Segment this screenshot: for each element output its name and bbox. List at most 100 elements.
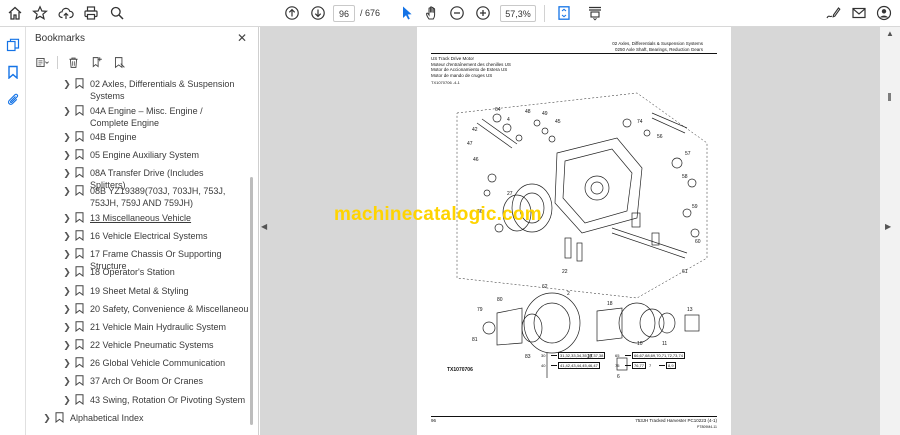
star-icon[interactable]: [29, 3, 51, 23]
options-menu-icon[interactable]: [34, 54, 50, 70]
part-reference-row: 7 8,9: [649, 362, 676, 369]
svg-text:47: 47: [467, 141, 473, 147]
bookmark-item[interactable]: ❯ 05 Engine Auxiliary System: [62, 149, 240, 161]
svg-text:42: 42: [472, 127, 478, 133]
scrollbar-thumb[interactable]: [250, 177, 253, 425]
page-thumbnails-icon[interactable]: [4, 36, 22, 54]
page-footer-number: 96: [431, 418, 437, 423]
chevron-right-icon[interactable]: ❯: [62, 266, 72, 278]
bookmark-item[interactable]: ❯ 26 Global Vehicle Communication: [62, 357, 248, 369]
svg-text:56: 56: [657, 134, 663, 140]
bookmark-list: ❯ 02 Axles, Differentials & Suspension S…: [26, 75, 248, 435]
bookmark-flag-icon: [75, 78, 85, 90]
chevron-right-icon[interactable]: ❯: [42, 412, 52, 424]
page-up-icon[interactable]: [281, 3, 303, 23]
svg-text:45: 45: [555, 119, 561, 125]
scroll-up-icon[interactable]: ▲: [886, 29, 894, 38]
hand-icon[interactable]: [421, 3, 443, 23]
home-icon[interactable]: [4, 3, 26, 23]
chevron-right-icon[interactable]: ❯: [62, 212, 72, 224]
bookmark-item[interactable]: ❯ 18 Operator's Station: [62, 266, 240, 278]
chevron-right-icon[interactable]: ❯: [62, 167, 72, 179]
tag-bookmark-icon[interactable]: [111, 54, 127, 70]
bookmark-item[interactable]: ❯ 16 Vehicle Electrical Systems: [62, 230, 240, 242]
svg-text:59: 59: [692, 204, 698, 210]
bookmark-item[interactable]: ❯ 20 Safety, Convenience & Miscellaneous: [62, 303, 248, 315]
svg-text:64: 64: [495, 107, 501, 113]
user-icon[interactable]: [873, 3, 895, 23]
bookmark-flag-icon: [75, 131, 85, 143]
bookmark-item[interactable]: ❯ 37 Arch Or Boom Or Cranes: [62, 375, 240, 387]
bookmark-flag-icon: [75, 185, 85, 197]
fit-page-icon[interactable]: [553, 3, 575, 23]
chevron-right-icon[interactable]: ❯: [62, 78, 72, 90]
zoom-in-icon[interactable]: [472, 3, 494, 23]
bookmark-item[interactable]: ❯ 22 Vehicle Pneumatic Systems: [62, 339, 240, 351]
bookmark-item[interactable]: ❯ 04B Engine: [62, 131, 240, 143]
chevron-right-icon[interactable]: ❯: [62, 321, 72, 333]
chevron-right-icon[interactable]: ❯: [62, 303, 72, 315]
bookmark-flag-icon: [75, 339, 85, 351]
exploded-parts-diagram: 64448 494542 474674 565758 596061 273622…: [456, 92, 708, 380]
bookmark-item[interactable]: ❯ 13 Miscellaneous Vehicle: [62, 212, 240, 224]
new-bookmark-icon[interactable]: [88, 54, 104, 70]
svg-text:6: 6: [617, 374, 620, 380]
chevron-right-icon[interactable]: ❯: [62, 357, 72, 369]
chevron-right-icon[interactable]: ❯: [62, 285, 72, 297]
chevron-right-icon[interactable]: ❯: [62, 105, 72, 117]
collapse-panel-icon[interactable]: ◀: [261, 222, 267, 231]
svg-text:79: 79: [477, 307, 483, 313]
document-scrollbar[interactable]: ▲ ▶: [880, 27, 900, 435]
bookmark-item[interactable]: ❯ 02 Axles, Differentials & Suspension S…: [62, 78, 240, 102]
chevron-right-icon[interactable]: ❯: [62, 149, 72, 161]
bookmark-flag-icon: [75, 149, 85, 161]
bookmark-flag-icon: [75, 321, 85, 333]
part-reference-row: 65 66,67,68,69,70,71,72,73,74: [615, 352, 685, 359]
svg-text:58: 58: [682, 174, 688, 180]
sign-icon[interactable]: [822, 3, 844, 23]
svg-text:13: 13: [687, 307, 693, 313]
bookmark-root-item[interactable]: ❯ Alphabetical Index: [42, 412, 220, 424]
scrollbar-thumb[interactable]: [888, 93, 891, 101]
svg-text:22: 22: [562, 269, 568, 275]
svg-text:74: 74: [637, 119, 643, 125]
bookmark-item[interactable]: ❯ 21 Vehicle Main Hydraulic System: [62, 321, 248, 333]
chevron-right-icon[interactable]: ❯: [62, 394, 72, 406]
close-icon[interactable]: ✕: [235, 31, 249, 45]
bookmark-item[interactable]: ❯ 04A Engine – Misc. Engine / Complete E…: [62, 105, 240, 129]
page-number-input[interactable]: 96: [333, 5, 355, 22]
bookmark-icon[interactable]: [4, 63, 22, 81]
chevron-right-icon[interactable]: ❯: [62, 375, 72, 387]
bookmark-item[interactable]: ❯ 08B YZ19389(703J, 703JH, 753J, 753JH, …: [62, 185, 240, 209]
zoom-search-icon[interactable]: [106, 3, 128, 23]
bookmark-item[interactable]: ❯ 43 Swing, Rotation Or Pivoting System: [62, 394, 248, 406]
delete-icon[interactable]: [65, 54, 81, 70]
chevron-right-icon[interactable]: ❯: [62, 248, 72, 260]
email-icon[interactable]: [848, 3, 870, 23]
zoom-level-input[interactable]: 57,3%: [500, 5, 536, 22]
chevron-right-icon[interactable]: ❯: [62, 339, 72, 351]
svg-text:2: 2: [567, 291, 570, 297]
page-title-block: US Track Drive Motor Moteur d'entraîneme…: [431, 56, 511, 78]
document-viewport[interactable]: ◀ 02 Axles, Differentials & Suspension S…: [260, 27, 880, 435]
bookmark-flag-icon: [75, 303, 85, 315]
bookmark-item[interactable]: ❯ 19 Sheet Metal & Styling: [62, 285, 240, 297]
print-icon[interactable]: [80, 3, 102, 23]
attachment-icon[interactable]: [4, 90, 22, 108]
page-header-section: 02 Axles, Differentials & Suspension Sys…: [612, 41, 703, 46]
scroll-mode-icon[interactable]: [584, 3, 606, 23]
svg-text:4: 4: [507, 117, 510, 123]
chevron-right-icon[interactable]: ❯: [62, 230, 72, 242]
svg-text:61: 61: [682, 269, 688, 275]
expand-panel-icon[interactable]: ▶: [885, 222, 891, 231]
page-down-icon[interactable]: [307, 3, 329, 23]
chevron-right-icon[interactable]: ❯: [62, 131, 72, 143]
bookmarks-scrollbar[interactable]: [249, 75, 255, 433]
bookmark-flag-icon: [75, 375, 85, 387]
chevron-right-icon[interactable]: ❯: [62, 185, 72, 197]
cloud-upload-icon[interactable]: [55, 3, 77, 23]
svg-text:81: 81: [472, 337, 478, 343]
svg-text:10: 10: [637, 341, 643, 347]
select-cursor-icon[interactable]: [396, 3, 418, 23]
zoom-out-icon[interactable]: [446, 3, 468, 23]
